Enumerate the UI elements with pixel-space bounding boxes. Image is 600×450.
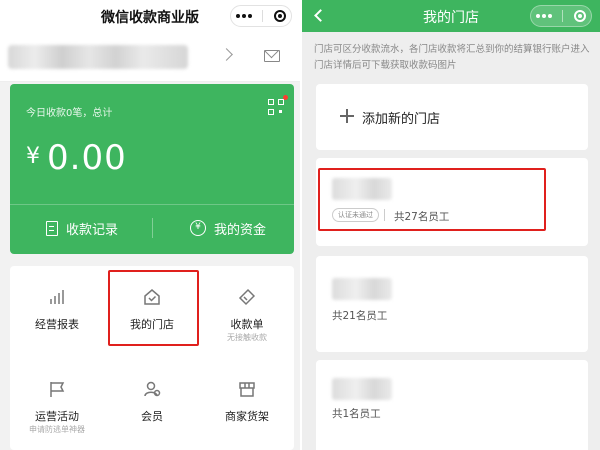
- grid-item-label: 收款单: [230, 318, 264, 331]
- blurred-merchant-name: [8, 45, 188, 69]
- grid-item-label: 商家货架: [225, 410, 269, 423]
- capsule-divider: [562, 10, 564, 22]
- more-icon[interactable]: [236, 14, 253, 18]
- document-icon: [46, 220, 58, 236]
- my-funds-label: 我的资金: [214, 222, 267, 238]
- grid-item-label: 经营报表: [35, 318, 79, 331]
- mini-program-capsule[interactable]: [230, 5, 292, 27]
- revenue-amount: ¥0.00: [26, 138, 127, 178]
- add-store-label: 添加新的门店: [362, 112, 441, 127]
- flag-icon: [48, 380, 66, 398]
- grid-item-payment-slip[interactable]: 收款单 无接触收款: [200, 266, 294, 346]
- employee-count: 共1名员工: [332, 408, 381, 420]
- employee-count: 共21名员工: [332, 310, 388, 322]
- more-icon[interactable]: [536, 14, 553, 18]
- grid-item-sublabel: 申请防逃单神器: [29, 425, 85, 434]
- receipt-icon: [238, 288, 256, 306]
- capsule-divider: [262, 10, 264, 22]
- right-nav-bar: 我的门店: [302, 0, 600, 32]
- left-screen: 微信收款商业版 今日收款0笔，总计 ¥0.00 收款记录 ¥ 我的资金 经营报表…: [0, 0, 300, 450]
- chevron-right-icon: [220, 48, 233, 61]
- qr-code-icon[interactable]: [268, 99, 284, 115]
- blurred-store-name: [332, 378, 392, 400]
- close-miniprogram-icon[interactable]: [273, 10, 286, 22]
- bar-chart-icon: [48, 288, 66, 306]
- card-divider: [10, 204, 294, 205]
- shelf-icon: [238, 380, 256, 398]
- grid-item-label: 会员: [141, 410, 163, 423]
- grid-item-marketing[interactable]: 运营活动 申请防逃单神器: [10, 358, 104, 438]
- member-icon: [143, 380, 161, 398]
- button-divider: [152, 218, 153, 238]
- grid-item-member[interactable]: 会员: [105, 358, 199, 438]
- highlight-box-store: [318, 168, 546, 231]
- mail-icon[interactable]: [264, 50, 280, 62]
- today-revenue-label: 今日收款0笔，总计: [26, 108, 113, 119]
- plus-icon: [340, 109, 354, 123]
- mini-program-capsule[interactable]: [530, 5, 592, 27]
- revenue-summary-card: 今日收款0笔，总计 ¥0.00 收款记录 ¥ 我的资金: [10, 84, 294, 254]
- grid-item-merchant-shelf[interactable]: 商家货架: [200, 358, 294, 438]
- notification-dot: [283, 95, 288, 100]
- my-funds-button[interactable]: ¥ 我的资金: [190, 216, 266, 240]
- payment-records-button[interactable]: 收款记录: [46, 216, 118, 240]
- merchant-profile-row[interactable]: [0, 32, 300, 82]
- left-nav-bar: 微信收款商业版: [0, 0, 300, 32]
- currency-symbol: ¥: [26, 144, 41, 169]
- yen-icon: ¥: [190, 220, 206, 236]
- grid-item-business-report[interactable]: 经营报表: [10, 266, 104, 346]
- store-card[interactable]: 共21名员工: [316, 256, 588, 352]
- highlight-box-my-store: [108, 270, 199, 346]
- grid-item-sublabel: 无接触收款: [227, 333, 267, 342]
- store-card[interactable]: 共1名员工: [316, 360, 588, 450]
- amount-value: 0.00: [47, 138, 127, 178]
- add-store-button[interactable]: 添加新的门店: [316, 84, 588, 150]
- payment-records-label: 收款记录: [66, 222, 119, 238]
- blurred-store-name: [332, 278, 392, 300]
- close-miniprogram-icon[interactable]: [573, 10, 586, 22]
- grid-item-label: 运营活动: [35, 410, 79, 423]
